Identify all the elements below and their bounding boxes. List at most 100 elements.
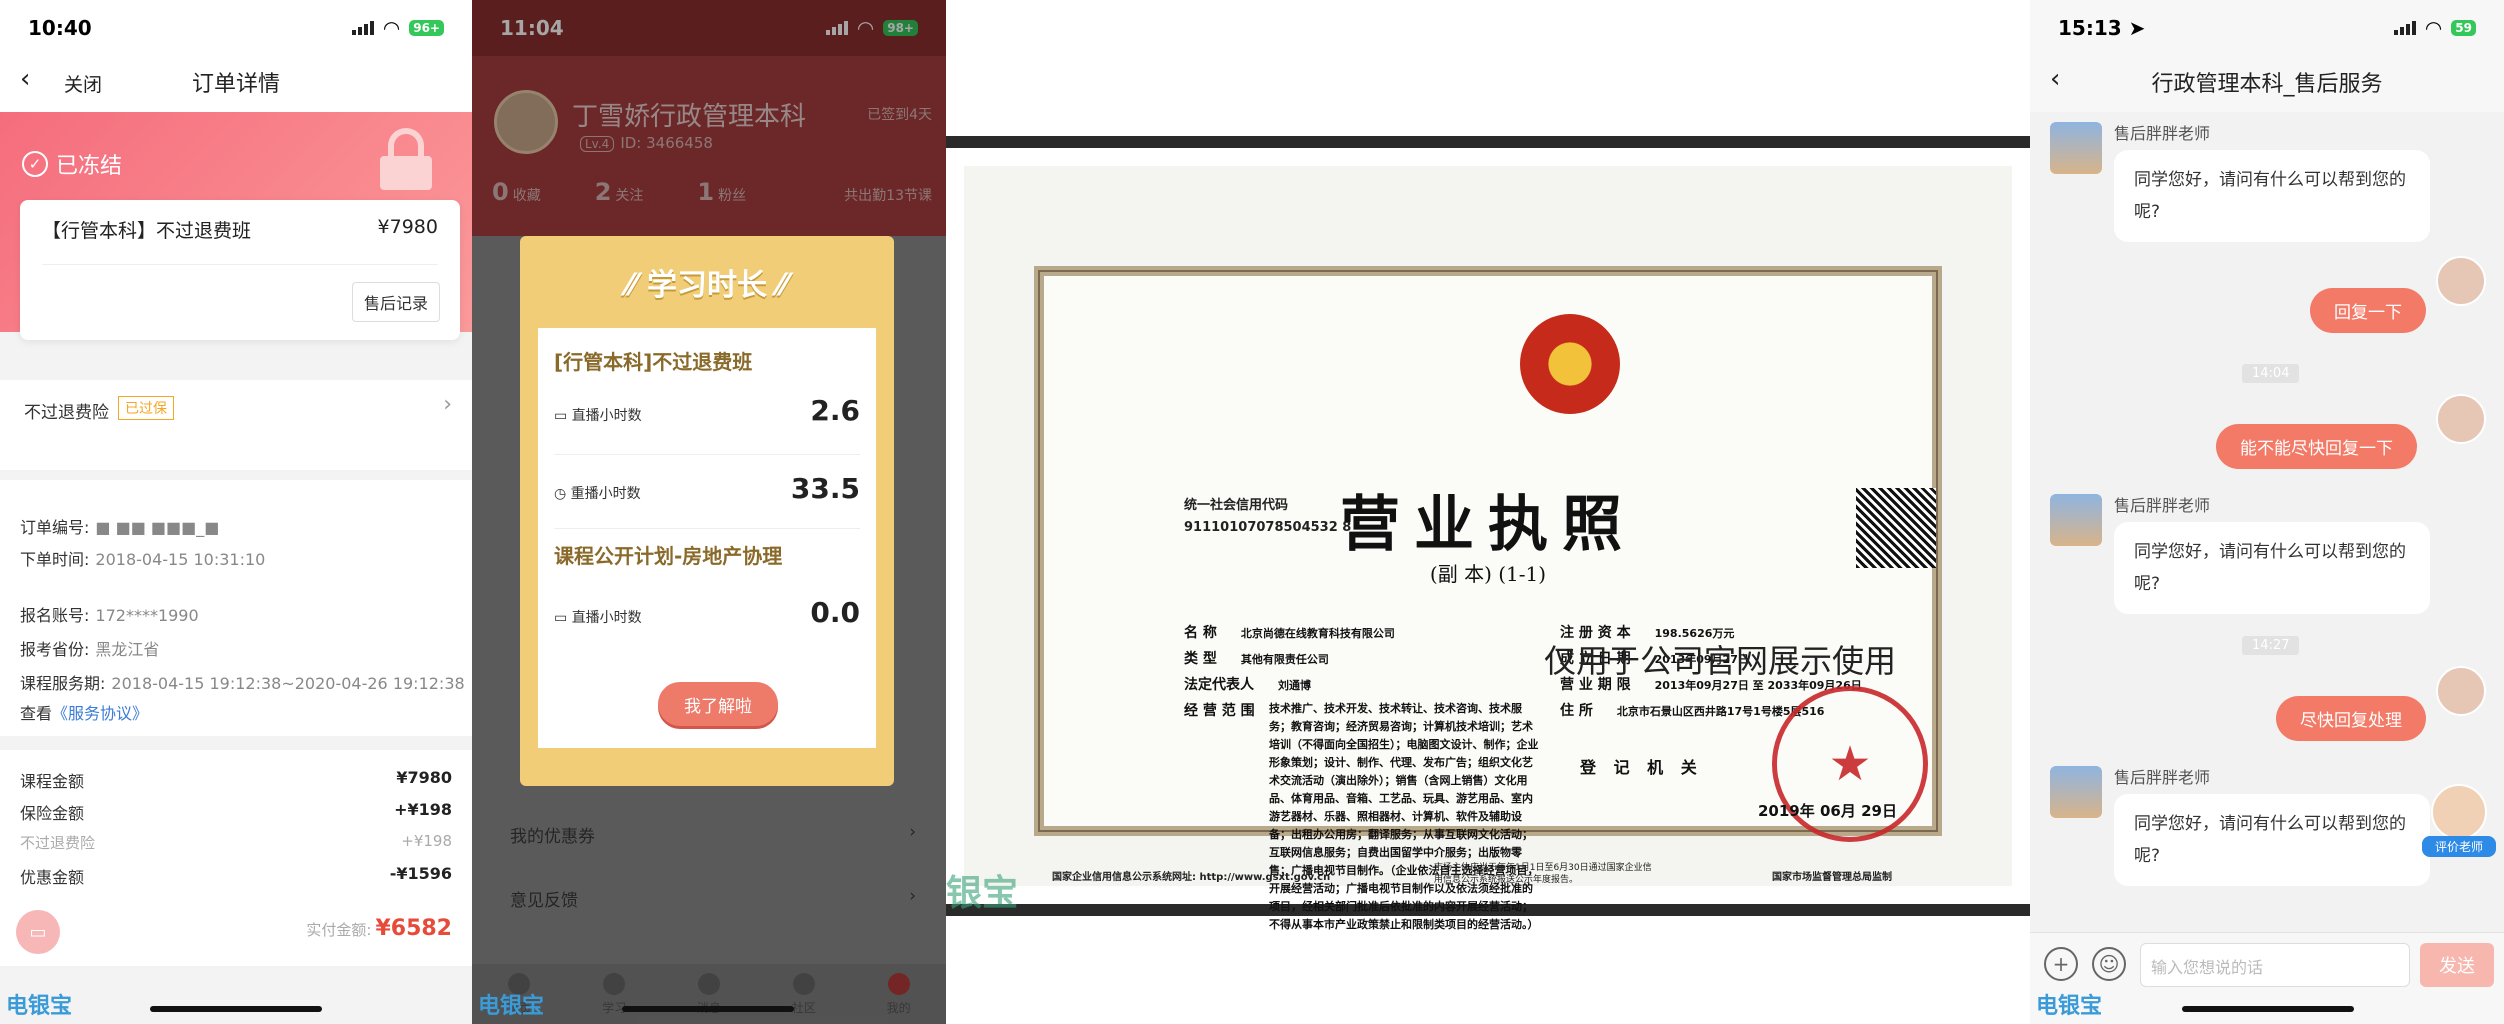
watermark: 电银宝 (6, 994, 73, 1019)
study-time-modal: ⁄⁄ 学习时长 ⁄⁄ [行管本科]不过退费班 ▭ 直播小时数 2.6 ◷ 重播小时… (520, 236, 894, 786)
info-value: ■ ■■ ■■■_■ (95, 518, 220, 537)
course-title: 课程公开计划-房地产协理 (554, 544, 783, 568)
check-icon: ✓ (22, 151, 48, 177)
insurance-row[interactable]: 不过退费险 已过保 › (0, 380, 472, 470)
avatar[interactable] (2436, 256, 2486, 306)
amount-row: 保险金额 +¥198 (20, 800, 452, 824)
license-field: 类 型其他有限责任公司 (1184, 651, 1329, 667)
status-icons: ◠ 59 (2393, 16, 2476, 40)
info-value: 2018-04-15 10:31:10 (95, 550, 266, 569)
sender-name: 售后胖胖老师 (2114, 124, 2211, 143)
frozen-label: 已冻结 (56, 154, 123, 179)
info-key: 报考省份: (20, 640, 90, 659)
amount-value: +¥198 (401, 832, 452, 850)
watermark: 电银宝 (478, 994, 545, 1019)
modal-title: ⁄⁄ 学习时长 ⁄⁄ (626, 268, 788, 303)
avatar[interactable] (2436, 666, 2486, 716)
watermark: 银宝 (946, 873, 1019, 914)
status-bar: 15:13 ➤ ◠ 59 (2030, 0, 2504, 56)
status-time: 15:13 ➤ (2058, 16, 2146, 40)
service-agreement-link[interactable]: 《服务协议》 (52, 704, 148, 723)
business-scope: 技术推广、技术开发、技术转让、技术咨询、技术服务；教育咨询；经济贸易咨询；计算机… (1269, 702, 1539, 931)
message-bubble: 同学您好，请问有什么可以帮到您的呢? (2114, 150, 2430, 242)
plus-icon[interactable]: + (2044, 947, 2078, 981)
license-field: 住 所北京市石景山区西井路17号1号楼5层516 (1560, 703, 1825, 719)
issue-date: 2019年 06月 29日 (1758, 802, 1897, 820)
info-row: 订单编号: ■ ■■ ■■■_■ (20, 514, 219, 538)
home-indicator (622, 1006, 794, 1012)
frozen-status: ✓ 已冻结 (22, 148, 122, 180)
lock-icon (380, 128, 432, 190)
license-title: 营业执照 (1340, 490, 1636, 560)
avatar[interactable] (2050, 766, 2102, 818)
license-subtitle: (副 本) (1-1) (1429, 562, 1547, 586)
info-value: 黑龙江省 (95, 640, 160, 659)
message-bubble: 同学您好，请问有什么可以帮到您的呢? (2114, 522, 2430, 614)
amount-key: 保险金额 (20, 804, 85, 823)
message-bubble: 回复一下 (2310, 288, 2426, 333)
license-field: 经 营 范 围 (1184, 703, 1255, 719)
replay-hours-value: 33.5 (790, 472, 860, 505)
wifi-icon: ◠ (2425, 16, 2442, 40)
battery-icon: 59 (2451, 20, 2476, 36)
order-info: 订单编号: ■ ■■ ■■■_■ 下单时间: 2018-04-15 10:31:10… (0, 480, 472, 736)
amount-value: +¥198 (394, 800, 452, 819)
battery-icon: 96+ (409, 20, 444, 36)
got-it-button[interactable]: 我了解啦 (658, 682, 778, 726)
amount-row: 优惠金额 -¥1596 (20, 864, 452, 888)
amount-key: 课程金额 (20, 772, 85, 791)
amount-key: 不过退费险 (20, 834, 96, 852)
sender-name: 售后胖胖老师 (2114, 768, 2211, 787)
business-license-panel: 统一社会信用代码 91110107078504532 8 营业执照 (副 本) … (946, 0, 2030, 1024)
info-row: 下单时间: 2018-04-15 10:31:10 (20, 546, 265, 570)
profile-panel: 11:04 ◠ 98+ 丁雪娇行政管理本科 Lv.4 ID: 3466458 已签… (472, 0, 946, 1024)
live-hours-label: ▭ 直播小时数 (554, 610, 642, 626)
after-sales-button[interactable]: 售后记录 (352, 282, 440, 322)
info-row: 报考省份: 黑龙江省 (20, 636, 159, 660)
info-key: 报名账号: (20, 606, 90, 625)
avatar[interactable] (2050, 122, 2102, 174)
amount-value: -¥1596 (389, 864, 452, 883)
avatar[interactable] (2050, 494, 2102, 546)
amount-row: 课程金额 ¥7980 (20, 768, 452, 792)
sender-name: 售后胖胖老师 (2114, 496, 2211, 515)
paid-amount: 实付金额: ¥6582 (306, 916, 452, 941)
home-indicator (2182, 1006, 2354, 1012)
emoji-icon[interactable]: ☺ (2092, 947, 2126, 981)
license-photo: 统一社会信用代码 91110107078504532 8 营业执照 (副 本) … (946, 136, 2030, 931)
message-input[interactable]: 输入您想说的话 (2140, 943, 2410, 987)
info-key: 订单编号: (20, 518, 90, 537)
footer-website: 国家企业信用信息公示系统网址: http://www.gsxt.gov.cn (1052, 872, 1331, 883)
info-key: 查看 (20, 704, 53, 723)
insurance-tag: 已过保 (118, 396, 174, 420)
live-hours-label: ▭ 直播小时数 (554, 408, 642, 424)
info-key: 课程服务期: (20, 674, 106, 693)
info-row: 查看《服务协议》 (20, 700, 148, 724)
footer-issuer: 国家市场监督管理总局监制 (1772, 872, 1892, 883)
chevron-right-icon: › (443, 392, 452, 417)
message-bubble: 同学您好，请问有什么可以帮到您的呢? (2114, 794, 2430, 886)
info-row: 报名账号: 172****1990 (20, 602, 199, 626)
live-hours-row: ▭ 直播小时数 0.0 (554, 596, 860, 629)
replay-hours-label: ◷ 重播小时数 (554, 486, 641, 502)
divider (42, 264, 438, 265)
send-button[interactable]: 发送 (2420, 943, 2494, 987)
live-hours-row: ▭ 直播小时数 2.6 (554, 394, 860, 427)
rate-teacher-label: 评价老师 (2422, 836, 2496, 857)
chat-panel: 15:13 ➤ ◠ 59 ‹ 行政管理本科_售后服务 售后胖胖老师 同学您好，请… (2030, 0, 2504, 1024)
paid-value: ¥6582 (375, 916, 452, 941)
avatar[interactable] (2436, 394, 2486, 444)
usage-overlay-text: 仅用于公司官网展示使用 (1544, 642, 1897, 680)
amount-row: 不过退费险 +¥198 (20, 832, 452, 853)
message-bubble: 能不能尽快回复一下 (2216, 424, 2417, 469)
teacher-avatar (2431, 784, 2487, 840)
amount-key: 优惠金额 (20, 868, 85, 887)
info-value: 172****1990 (95, 606, 199, 625)
info-row: 课程服务期: 2018-04-15 19:12:38~2020-04-26 19:… (20, 670, 465, 694)
message-bubble: 尽快回复处理 (2276, 696, 2426, 741)
rate-teacher-button[interactable]: 评价老师 (2422, 784, 2496, 857)
replay-hours-row: ◷ 重播小时数 33.5 (554, 472, 860, 505)
chat-icon[interactable]: ▭ (16, 910, 60, 954)
info-key: 下单时间: (20, 550, 90, 569)
signal-icon (2393, 21, 2416, 35)
